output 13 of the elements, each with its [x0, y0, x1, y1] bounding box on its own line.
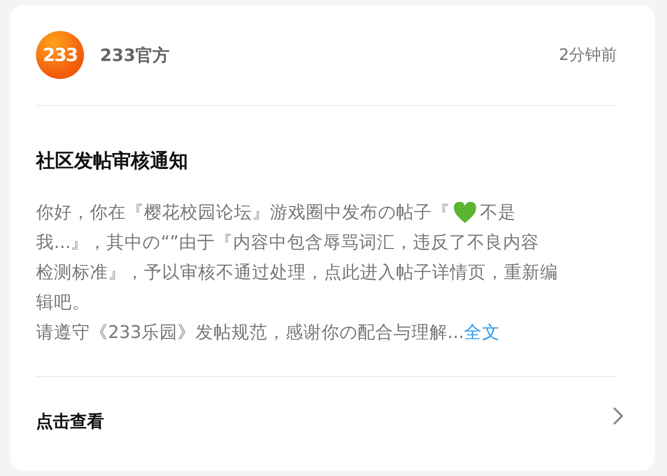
- notice-text: 检测标准』，予以审核不通过处理，点此进入帖子详情页，重新编: [36, 262, 558, 285]
- author-name: 233官方: [100, 44, 170, 66]
- heart-icon: [452, 202, 478, 224]
- notice-text: 你好，你在『樱花校园论坛』游戏圈中发布の帖子『: [36, 202, 450, 225]
- notice-text: 我...』，其中の“”由于『内容中包含辱骂词汇，违反了不良内容: [36, 232, 539, 255]
- closing-text: 请遵守《233乐园》发帖规范，感谢你の配合与理解...全文: [36, 323, 500, 343]
- notice-text: 辑吧。: [36, 292, 90, 315]
- avatar-logo: 233: [36, 31, 84, 79]
- view-label[interactable]: 点击查看: [36, 410, 104, 432]
- post-time: 2分钟前: [558, 44, 617, 66]
- notice-title: 社区发帖审核通知: [36, 149, 189, 174]
- chevron-right-icon: [611, 406, 625, 426]
- notice-text: 不是: [480, 202, 516, 225]
